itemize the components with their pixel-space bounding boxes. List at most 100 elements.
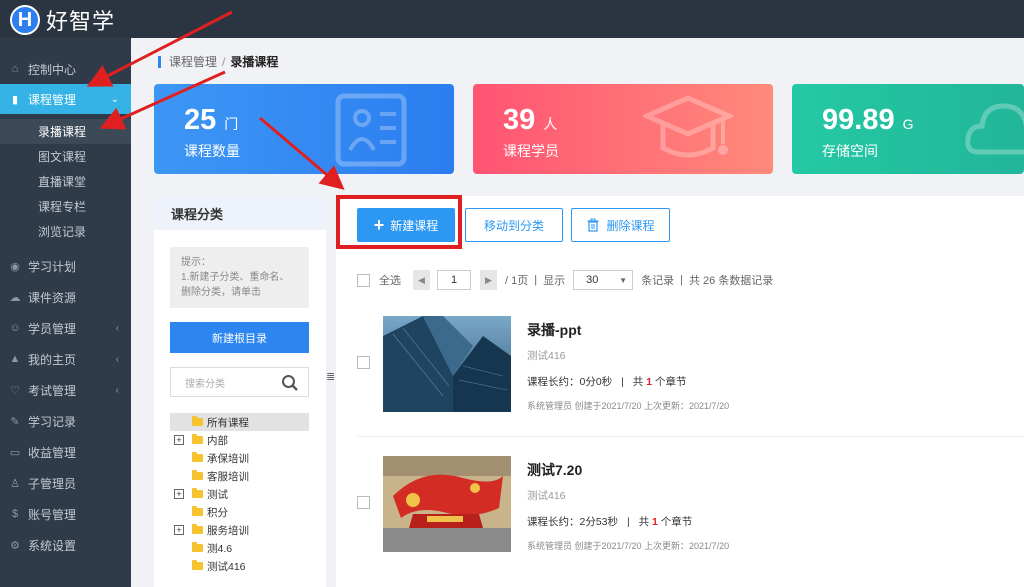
chevron-left-icon: ‹: [115, 384, 119, 396]
cloud-icon: [965, 103, 1024, 155]
sidebar-item-label: 学习记录: [28, 414, 77, 429]
course-item[interactable]: 录播-ppt 测试416 课程长约：0分0秒 | 共 1 个章节 系统管理员 创…: [357, 316, 1024, 446]
document-icon: [335, 93, 407, 167]
course-duration: 课程长约：0分0秒: [527, 376, 613, 388]
folder-icon: [192, 488, 203, 498]
users-icon: ☺: [9, 322, 21, 334]
chevron-down-icon: ⌄: [110, 93, 119, 105]
tree-item[interactable]: 承保培训: [170, 449, 309, 467]
top-bar: H 好智学: [0, 0, 1024, 38]
sidebar-item-accounts[interactable]: $ 账号管理: [0, 499, 131, 529]
show-label: 显示: [543, 275, 566, 287]
category-search-input[interactable]: 搜索分类: [170, 367, 309, 397]
chapters-prefix: 共: [632, 376, 644, 388]
tree-item[interactable]: + 测试: [170, 485, 309, 503]
stat-label: 课程学员: [503, 143, 559, 159]
tree-item[interactable]: 积分: [170, 503, 309, 521]
tree-item-all-courses[interactable]: 所有课程: [170, 413, 309, 431]
chapter-count: 1: [646, 376, 653, 388]
course-thumbnail[interactable]: [383, 316, 511, 412]
pager-bar: 全选 ◀ 1 ▶ / 1页 | 显示 30 ▼ 条记录 | 共 26 条数据记录: [357, 270, 773, 290]
page-size-select[interactable]: 30 ▼: [573, 270, 634, 290]
expand-icon[interactable]: +: [174, 435, 184, 445]
sidebar-subitem-graphic-courses[interactable]: 图文课程: [0, 144, 131, 169]
course-checkbox[interactable]: [357, 356, 370, 369]
sidebar-item-homepage[interactable]: ▲ 我的主页 ‹: [0, 344, 131, 374]
sidebar-item-label: 子管理员: [28, 476, 77, 491]
tree-item-label: 服务培训: [207, 524, 249, 537]
tree-item[interactable]: + 内部: [170, 431, 309, 449]
eye-icon: ◉: [10, 260, 20, 273]
new-root-button[interactable]: 新建根目录: [170, 322, 309, 353]
breadcrumb-separator: /: [222, 54, 226, 69]
tree-item[interactable]: 测试416: [170, 557, 309, 575]
total-pages: / 1页: [505, 275, 529, 287]
sidebar-item-study-plan[interactable]: ◉ 学习计划: [0, 251, 131, 281]
stat-value: 39: [503, 104, 536, 136]
tree-item[interactable]: + 服务培训: [170, 521, 309, 539]
folder-icon: [192, 524, 203, 534]
sidebar-subitem-browse-history[interactable]: 浏览记录: [0, 219, 131, 244]
sidebar-item-students[interactable]: ☺ 学员管理 ‹: [0, 313, 131, 343]
stat-unit: 门: [224, 116, 239, 132]
breadcrumb-parent[interactable]: 课程管理: [169, 53, 217, 70]
chapter-count: 1: [652, 516, 658, 528]
sidebar-subitem-recorded-courses[interactable]: 录播课程: [0, 119, 131, 144]
sidebar-item-label: 学习计划: [28, 259, 77, 274]
folder-icon: [192, 434, 203, 444]
chevron-left-icon: ‹: [115, 353, 119, 365]
chapters-suffix: 个章节: [654, 376, 687, 388]
course-thumbnail[interactable]: [383, 456, 511, 552]
stat-card-course-count: 25 门 课程数量: [154, 84, 454, 174]
sidebar-item-dashboard[interactable]: ⌂ 控制中心: [0, 54, 131, 84]
prev-page-button[interactable]: ◀: [413, 270, 430, 290]
course-info: 课程长约：0分0秒 | 共 1 个章节: [527, 376, 687, 388]
expand-icon[interactable]: +: [174, 489, 184, 499]
divider: [357, 436, 1024, 437]
page-number-input[interactable]: 1: [437, 270, 471, 290]
course-title[interactable]: 录播-ppt: [527, 320, 581, 340]
course-title[interactable]: 测试7.20: [527, 460, 582, 480]
course-checkbox[interactable]: [357, 496, 370, 509]
stat-value: 25: [184, 104, 217, 136]
search-icon[interactable]: [281, 374, 299, 392]
sidebar-subitem-live-classroom[interactable]: 直播课堂: [0, 169, 131, 194]
sidebar-item-revenue[interactable]: ▭ 收益管理: [0, 437, 131, 467]
chevron-down-icon: ▼: [619, 275, 628, 285]
sidebar-item-settings[interactable]: ⚙ 系统设置: [0, 530, 131, 560]
logo[interactable]: H 好智学: [10, 4, 115, 36]
sidebar-subitem-course-columns[interactable]: 课程专栏: [0, 194, 131, 219]
expand-icon[interactable]: +: [174, 525, 184, 535]
next-page-button[interactable]: ▶: [480, 270, 497, 290]
breadcrumb-marker: [158, 55, 161, 68]
course-duration: 课程长约：2分53秒: [527, 516, 619, 528]
folder-icon: [192, 470, 203, 480]
tree-item[interactable]: 测4.6: [170, 539, 309, 557]
sidebar-item-course-management[interactable]: ▮ 课程管理 ⌄: [0, 84, 131, 114]
sidebar-item-exams[interactable]: ♡ 考试管理 ‹: [0, 375, 131, 405]
folder-icon: [192, 560, 203, 570]
tree-item-label: 客服培训: [207, 470, 249, 483]
pager-separator: |: [534, 274, 538, 286]
course-item[interactable]: 测试7.20 测试416 课程长约：2分53秒 | 共 1 个章节 系统管理员 …: [357, 456, 1024, 586]
stat-unit: 人: [543, 116, 558, 132]
logo-badge: H: [10, 5, 40, 35]
sidebar-item-sub-admins[interactable]: ♙ 子管理员: [0, 468, 131, 498]
pager-separator: |: [680, 274, 683, 286]
user-icon: ♙: [10, 477, 20, 490]
select-all-checkbox[interactable]: [357, 273, 370, 287]
annotation-highlight-box: [336, 195, 462, 249]
sidebar-item-courseware[interactable]: ☁ 课件资源: [0, 282, 131, 312]
heart-icon: ♡: [10, 384, 20, 397]
breadcrumb-current: 录播课程: [230, 55, 279, 69]
sidebar-item-study-records[interactable]: ✎ 学习记录: [0, 406, 131, 436]
stat-label: 课程数量: [184, 143, 240, 159]
tree-item[interactable]: 客服培训: [170, 467, 309, 485]
chapters-suffix: 个章节: [660, 516, 693, 528]
tree-item-label: 测4.6: [207, 542, 233, 555]
move-to-category-button[interactable]: 移动到分类: [465, 208, 563, 242]
course-meta: 系统管理员 创建于2021/7/20 上次更新：2021/7/20: [527, 541, 730, 551]
delete-course-button[interactable]: 删除课程: [571, 208, 670, 242]
cloud-icon: ☁: [9, 291, 21, 304]
panel-toggle-icon[interactable]: ≣: [326, 370, 335, 383]
